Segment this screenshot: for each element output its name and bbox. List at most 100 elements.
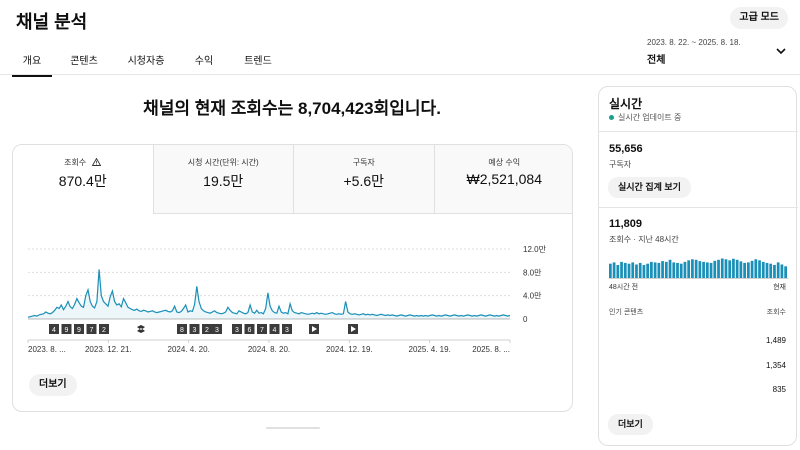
realtime-bar[interactable]: [672, 262, 676, 278]
chevron-down-icon[interactable]: [774, 44, 788, 58]
metric-watch-time[interactable]: 시청 시간(단위: 시간) 19.5만: [152, 145, 293, 214]
realtime-bar[interactable]: [661, 261, 664, 278]
realtime-bar[interactable]: [653, 262, 657, 278]
metric-subscribers[interactable]: 구독자 +5.6만: [293, 145, 434, 214]
y-tick-label: 0: [523, 315, 528, 324]
realtime-bar[interactable]: [746, 262, 750, 278]
video-marker[interactable]: 3: [189, 324, 200, 334]
realtime-bar[interactable]: [735, 259, 739, 278]
svg-text:7: 7: [260, 327, 264, 334]
realtime-bar[interactable]: [765, 262, 769, 278]
video-marker[interactable]: 3: [232, 324, 242, 334]
video-marker[interactable]: 8: [177, 324, 187, 334]
realtime-bar[interactable]: [754, 259, 758, 278]
realtime-bar[interactable]: [631, 262, 635, 278]
realtime-bar[interactable]: [691, 259, 694, 278]
realtime-bar[interactable]: [702, 261, 705, 278]
tab-overview[interactable]: 개요: [12, 48, 52, 77]
realtime-bar[interactable]: [784, 266, 787, 278]
realtime-bar[interactable]: [724, 259, 728, 278]
tab-audience[interactable]: 시청자층: [116, 48, 176, 77]
realtime-bar[interactable]: [646, 263, 650, 278]
realtime-bar[interactable]: [620, 261, 623, 278]
realtime-bar[interactable]: [676, 262, 679, 278]
date-range-value[interactable]: 전체: [647, 51, 665, 66]
realtime-bar[interactable]: [657, 262, 661, 278]
video-marker[interactable]: 4: [49, 324, 59, 334]
video-marker[interactable]: 7: [257, 324, 267, 334]
realtime-bar[interactable]: [642, 265, 646, 278]
tab-trends[interactable]: 트렌드: [232, 48, 284, 77]
realtime-bar-chart[interactable]: [609, 252, 788, 278]
play-marker-icon[interactable]: [348, 324, 358, 334]
realtime-bar[interactable]: [687, 260, 691, 278]
metric-watch-time-label: 시청 시간(단위: 시간): [187, 158, 259, 167]
realtime-divider: [599, 131, 798, 132]
realtime-bar[interactable]: [650, 261, 653, 278]
realtime-bar[interactable]: [698, 261, 702, 278]
realtime-bar[interactable]: [683, 261, 687, 278]
top-content-header: 인기 콘텐츠: [609, 309, 644, 316]
realtime-bar[interactable]: [623, 262, 627, 278]
realtime-bar[interactable]: [758, 260, 761, 278]
svg-text:3: 3: [193, 327, 197, 334]
overview-chart-card: 조회수 870.4만 시청 시간(단위: 시간) 19.5만 구독자 +5.6만…: [12, 144, 573, 412]
realtime-bar[interactable]: [761, 261, 765, 278]
realtime-bar[interactable]: [668, 259, 672, 278]
realtime-bar[interactable]: [720, 258, 724, 279]
metric-watch-time-value: 19.5만: [203, 173, 244, 189]
realtime-bar[interactable]: [612, 262, 616, 278]
metric-views[interactable]: 조회수 870.4만: [13, 145, 153, 214]
realtime-bar[interactable]: [728, 260, 732, 278]
svg-text:6: 6: [248, 327, 252, 334]
realtime-bar[interactable]: [709, 262, 713, 278]
realtime-bar[interactable]: [769, 263, 773, 278]
date-range-text[interactable]: 2023. 8. 22. ~ 2025. 8. 18.: [647, 38, 741, 47]
realtime-views-value: 11,809: [609, 218, 643, 230]
metric-revenue[interactable]: 예상 수익 ₩2,521,084: [433, 145, 572, 214]
realtime-bar[interactable]: [616, 265, 620, 278]
video-marker[interactable]: 3: [212, 324, 222, 334]
realtime-bar[interactable]: [713, 260, 717, 278]
split-marker-icon[interactable]: [137, 325, 145, 333]
realtime-more-button[interactable]: 더보기: [608, 414, 653, 435]
tab-content[interactable]: 콘텐츠: [58, 48, 110, 77]
realtime-bar[interactable]: [732, 258, 735, 278]
overview-more-button[interactable]: 더보기: [29, 374, 77, 396]
realtime-bar[interactable]: [773, 265, 776, 278]
realtime-axis-end: 현재: [773, 284, 786, 291]
views-line-chart[interactable]: 12.0만8.0만4.0만04 9 9 7 2 8 3 2 3 3 6 7 4 32023. 8. ...…: [13, 215, 573, 365]
video-marker[interactable]: 2: [99, 324, 109, 334]
realtime-bar[interactable]: [679, 263, 683, 278]
tab-revenue[interactable]: 수익: [182, 48, 226, 77]
svg-text:9: 9: [77, 327, 81, 334]
realtime-bar[interactable]: [743, 262, 746, 278]
x-tick-label: 2023. 12. 21.: [85, 345, 132, 354]
realtime-bar[interactable]: [717, 259, 720, 278]
advanced-mode-button[interactable]: 고급 모드: [730, 7, 788, 29]
svg-text:3: 3: [285, 327, 289, 334]
realtime-bar[interactable]: [739, 261, 743, 278]
realtime-bar[interactable]: [780, 264, 784, 278]
video-marker[interactable]: 9: [74, 324, 84, 334]
warning-icon[interactable]: [92, 158, 102, 166]
realtime-bar[interactable]: [750, 260, 754, 278]
realtime-bar[interactable]: [776, 262, 780, 278]
realtime-bar[interactable]: [635, 264, 638, 278]
realtime-bar[interactable]: [627, 263, 631, 278]
video-marker[interactable]: 2: [202, 324, 212, 334]
view-realtime-button[interactable]: 실시간 집계 보기: [608, 177, 691, 198]
play-marker-icon[interactable]: [309, 324, 319, 334]
realtime-bar[interactable]: [694, 259, 698, 278]
total-views-headline: 채널의 현재 조회수는 8,704,423회입니다.: [143, 99, 441, 118]
tab-bar: 개요 콘텐츠 시청자층 수익 트렌드: [12, 48, 284, 77]
video-marker[interactable]: 6: [244, 324, 255, 334]
realtime-bar[interactable]: [664, 261, 668, 278]
realtime-bar[interactable]: [609, 263, 612, 278]
video-marker[interactable]: 9: [61, 324, 72, 334]
video-marker[interactable]: 4: [269, 324, 280, 334]
video-marker[interactable]: 3: [282, 324, 292, 334]
video-marker[interactable]: 7: [86, 324, 97, 334]
realtime-bar[interactable]: [638, 262, 642, 278]
realtime-bar[interactable]: [705, 262, 709, 278]
